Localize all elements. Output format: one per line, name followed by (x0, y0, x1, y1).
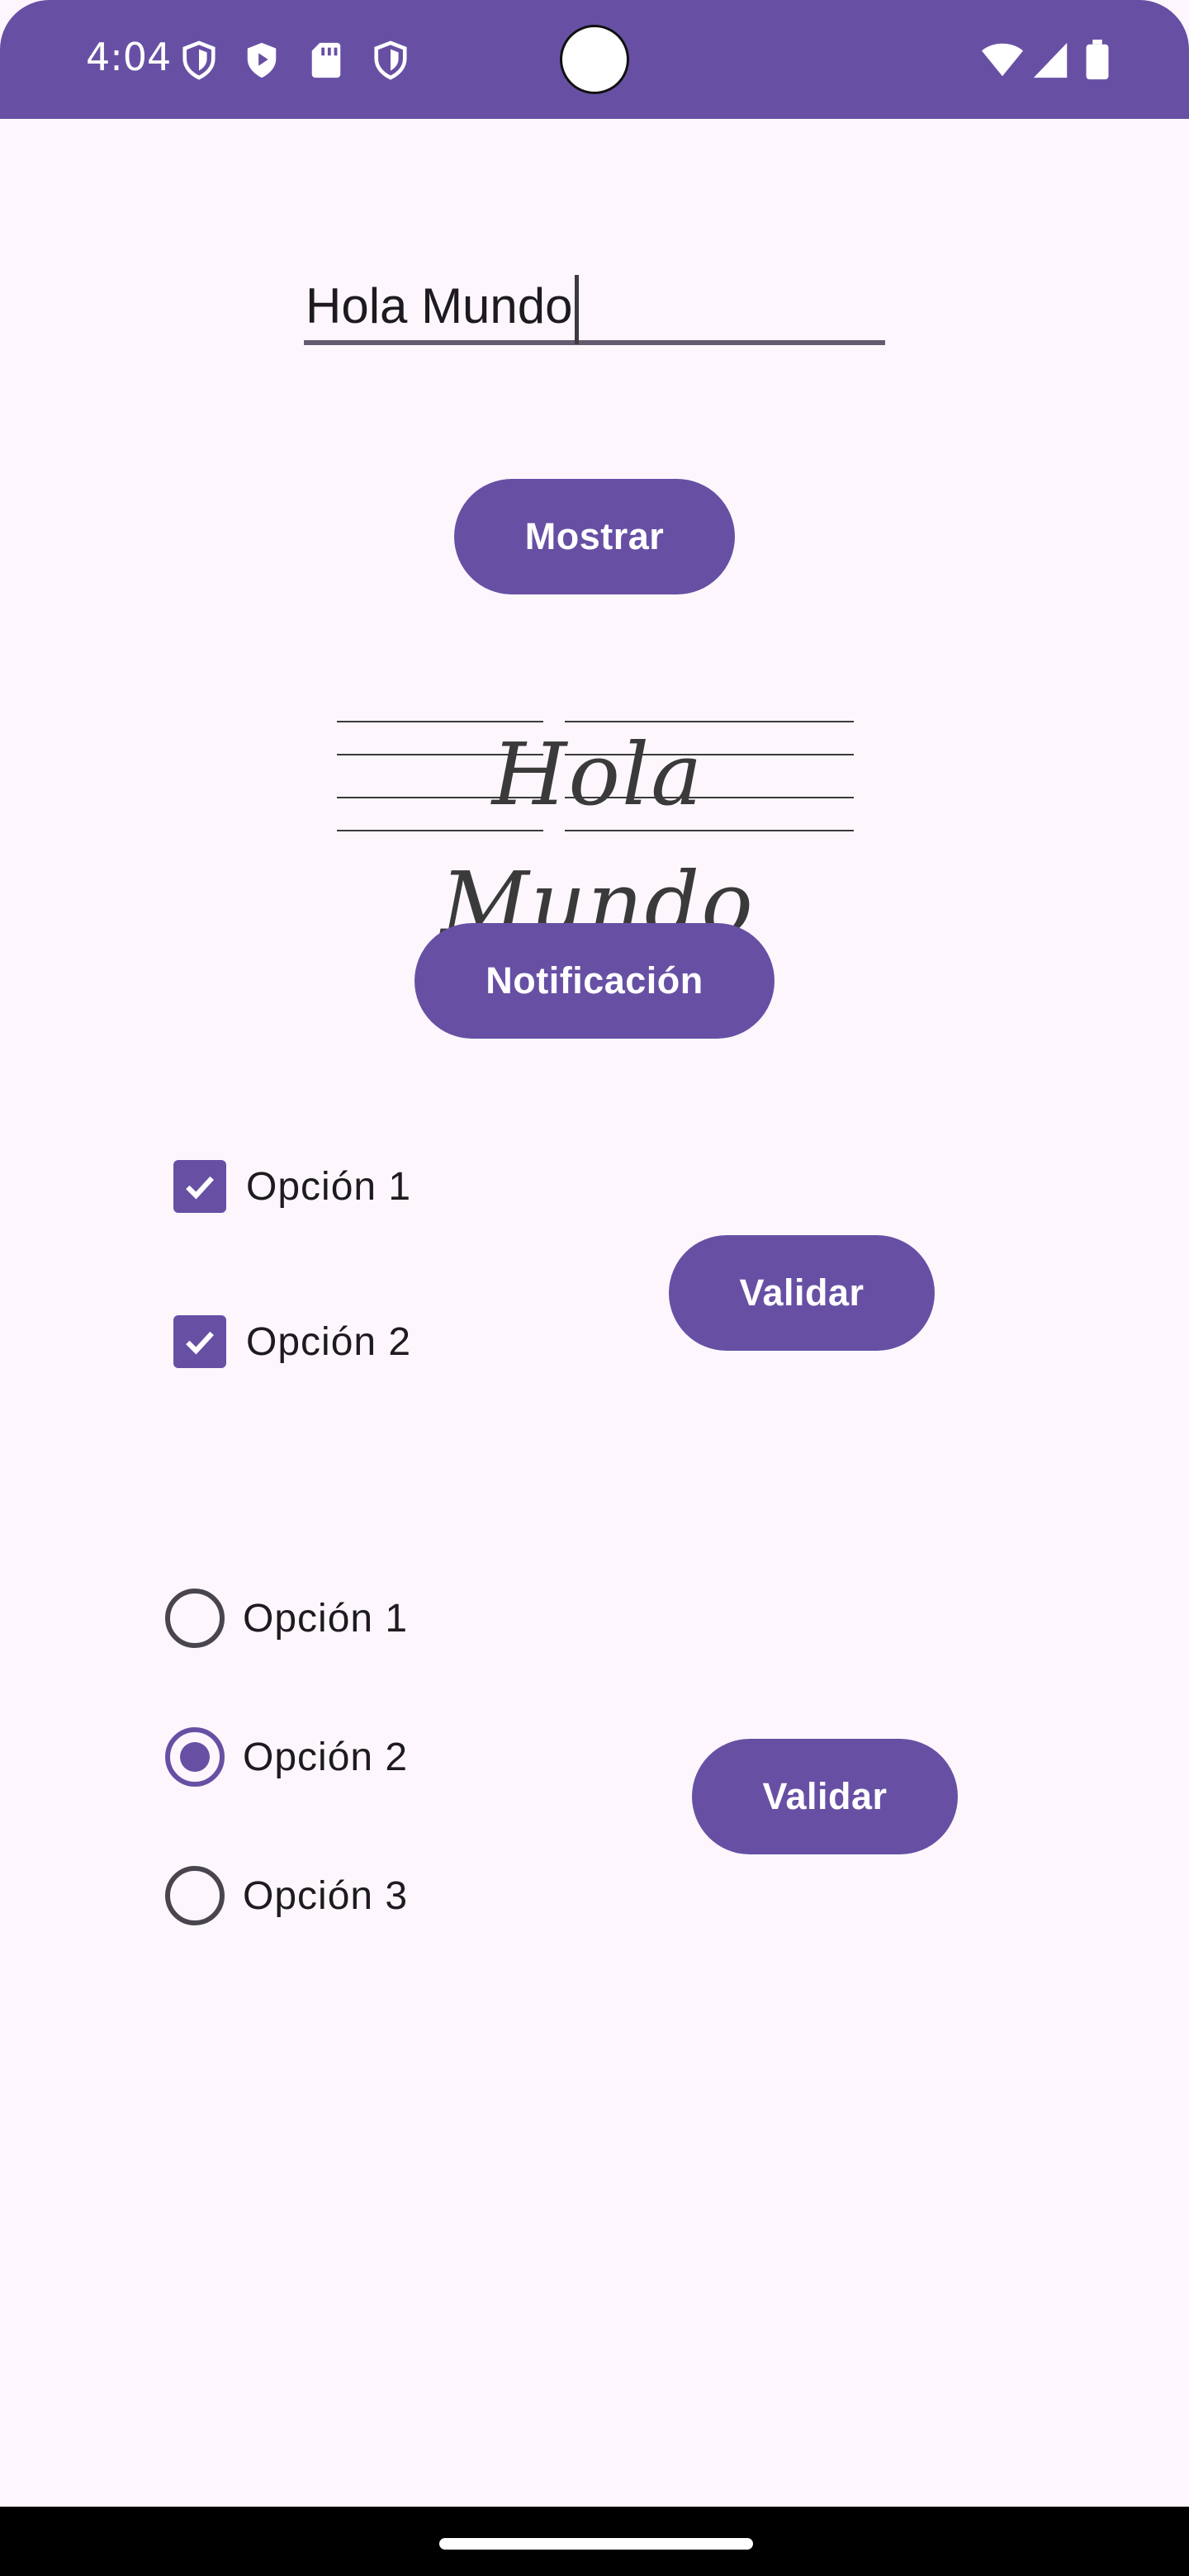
shield-icon (374, 40, 407, 80)
cursive-label: Hola Mundo (334, 710, 862, 954)
validate-checkboxes-button[interactable]: Validar (669, 1235, 935, 1351)
home-gesture-handle[interactable] (439, 2538, 753, 2550)
battery-icon (1086, 40, 1109, 80)
checkbox-option-2[interactable]: Opción 2 (173, 1313, 411, 1371)
radio-label: Opción 3 (243, 1873, 409, 1918)
checkmark-icon (186, 1176, 214, 1200)
shield-icon (182, 40, 216, 80)
sd-card-icon (311, 42, 341, 78)
checkmark-icon (186, 1331, 214, 1355)
radio-unchecked[interactable] (165, 1589, 225, 1648)
text-cursor (574, 275, 579, 345)
status-time: 4:04 (86, 35, 172, 79)
radio-checked[interactable] (165, 1727, 225, 1787)
text-input[interactable]: Hola Mundo (304, 263, 885, 345)
radio-label: Opción 1 (243, 1596, 409, 1641)
show-button[interactable]: Mostrar (454, 479, 735, 594)
notification-button[interactable]: Notificación (414, 923, 775, 1039)
validate-radios-button[interactable]: Validar (692, 1739, 958, 1854)
checkbox-checked[interactable] (173, 1315, 226, 1368)
radio-dot (180, 1742, 210, 1772)
radio-label: Opción 2 (243, 1735, 409, 1779)
text-input-value: Hola Mundo (306, 278, 573, 334)
play-protect-icon (247, 42, 277, 78)
radio-option-2[interactable]: Opción 2 (165, 1727, 408, 1787)
checkbox-option-1[interactable]: Opción 1 (173, 1158, 411, 1215)
checkbox-label: Opción 1 (246, 1164, 412, 1209)
radio-unchecked[interactable] (165, 1866, 225, 1925)
checkbox-checked[interactable] (173, 1160, 226, 1213)
radio-option-1[interactable]: Opción 1 (165, 1589, 408, 1648)
radio-option-3[interactable]: Opción 3 (165, 1866, 408, 1925)
status-bar: 4:04 (0, 0, 1189, 119)
signal-icon (1033, 42, 1068, 78)
wifi-icon (982, 43, 1023, 77)
front-camera (560, 25, 629, 94)
checkbox-label: Opción 2 (246, 1319, 412, 1364)
navigation-bar (0, 2507, 1189, 2576)
cursive-label-text: Hola Mundo (441, 724, 755, 954)
